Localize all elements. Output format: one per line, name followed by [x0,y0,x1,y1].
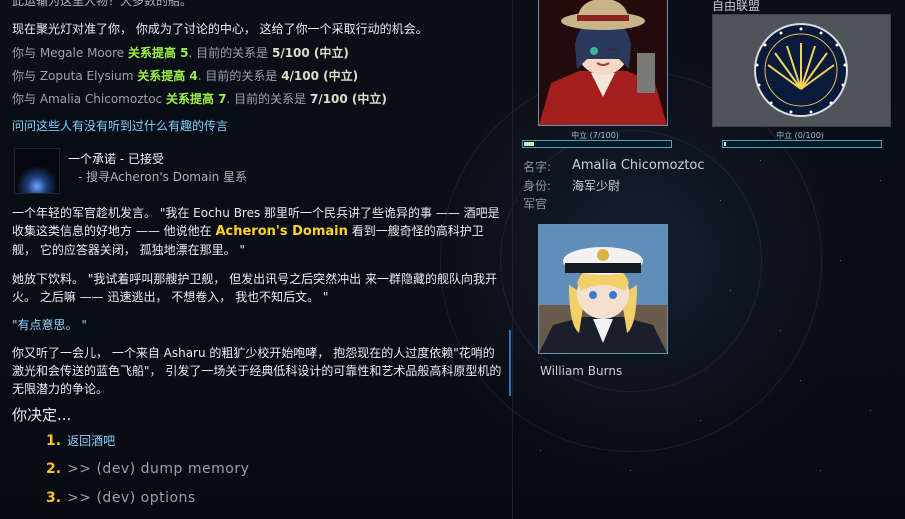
mission-entry: 一个承诺 - 已接受 - 搜寻Acheron's Domain 星系 [14,148,494,194]
star-dot [820,470,821,471]
intro-text: 现在聚光灯对准了你， 你成为了讨论的中心， 这给了你一个采取行动的机会。 [12,22,428,36]
faction-emblem-panel[interactable] [712,14,891,127]
officer-portrait-image [539,0,667,125]
info-value-rank: 海军少尉 [572,179,621,193]
relation-bar-person [522,140,672,148]
relation-fill [724,142,726,146]
panel-divider [512,0,513,519]
story-paragraph: 一个年轻的军官趁机发言。 "我在 Eochu Bres 那里听一个民兵讲了些诡异… [12,206,500,257]
relation-fill [524,142,534,146]
story-paragraph: 她放下饮料。 "我试着呼叫那艘护卫舰， 但发出讯号之后突然冲出 来一群隐藏的舰队… [12,272,497,304]
info-value-name: Amalia Chicomoztoc [572,158,705,173]
option-return-bar[interactable]: 1. 返回酒吧 [46,432,115,449]
mission-subtitle: - 搜寻Acheron's Domain 星系 [78,170,248,184]
relation-label-faction: 中立 (0/100) [776,131,824,140]
decision-heading: 你决定... [12,406,72,424]
previous-text: 此运输为这里人物？大多数的船。 [12,0,193,8]
planet-icon [14,148,60,194]
star-dot [800,380,801,381]
info-label-rank: 身份: [523,179,552,193]
scrollbar[interactable] [509,330,511,396]
star-dot [840,260,841,261]
ask-rumors-link[interactable]: 问问这些人有没有听到过什么有趣的传言 [12,117,228,135]
info-label-name: 名字: [523,160,552,174]
relation-line: 你与 Zoputa Elysium 关系提高 4. 目前的关系是 4/100 (… [12,69,359,83]
story-quote: "有点意思。 " [12,318,87,332]
star-dot [870,410,871,411]
story-paragraph: 你又听了一会儿， 一个来自 Asharu 的粗犷少校开始咆哮， 抱怨现在的人过度… [12,346,502,396]
second-officer-image [539,225,667,353]
second-officer-name: William Burns [540,364,623,378]
info-label-officer: 军官 [523,197,548,211]
mission-title: 一个承诺 - 已接受 [68,152,164,166]
option-dev-options[interactable]: 3. >> (dev) options [46,490,196,506]
relation-line: 你与 Amalia Chicomoztoc 关系提高 7. 目前的关系是 7/1… [12,92,387,106]
star-dot [630,470,631,471]
sunburst-emblem-icon [713,15,890,126]
dialog-panel: 此运输为这里人物？大多数的船。 现在聚光灯对准了你， 你成为了讨论的中心， 这给… [0,0,512,519]
relation-label-person: 中立 (7/100) [571,131,619,140]
relation-line: 你与 Megale Moore 关系提高 5. 目前的关系是 5/100 (中立… [12,46,349,60]
second-officer-portrait[interactable] [538,224,668,354]
star-dot [540,450,541,451]
officer-portrait[interactable] [538,0,668,126]
option-dump-memory[interactable]: 2. >> (dev) dump memory [46,461,249,477]
faction-name: 自由联盟 [712,0,761,13]
location-highlight: Acheron's Domain [215,224,348,239]
star-dot [880,180,881,181]
relation-bar-faction [722,140,882,148]
